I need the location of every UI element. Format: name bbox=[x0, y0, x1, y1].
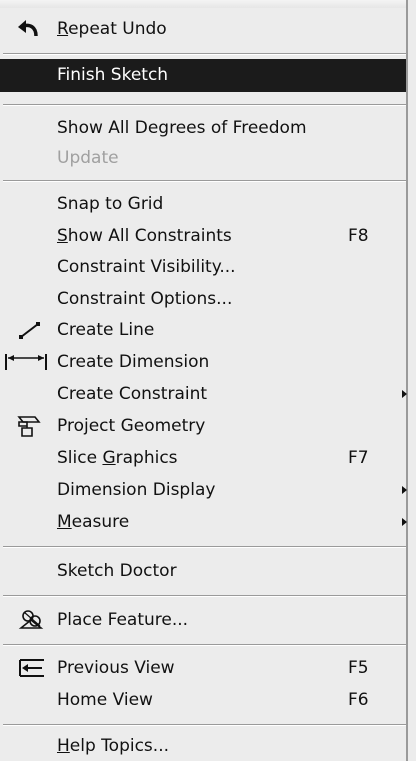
menu-item-label: Dimension Display bbox=[57, 479, 216, 500]
shortcut-text: F8 bbox=[348, 225, 369, 246]
menu-item-label: Create Dimension bbox=[57, 351, 210, 372]
menu-item-label: Sketch Doctor bbox=[57, 560, 177, 581]
submenu-arrow-icon bbox=[402, 518, 407, 526]
menu-separator bbox=[3, 595, 406, 597]
menu-item-label: Previous View bbox=[57, 657, 175, 678]
menu-item-label: Update bbox=[57, 147, 119, 168]
menu-item-measure[interactable]: Measure bbox=[0, 506, 407, 538]
menu-item-snap-to-grid[interactable]: Snap to Grid bbox=[0, 188, 406, 220]
previous-view-icon bbox=[18, 657, 46, 679]
context-menu: Repeat Undo Finish Sketch Show All Degre… bbox=[0, 0, 408, 761]
place-feature-icon bbox=[18, 609, 46, 631]
menu-separator bbox=[3, 644, 406, 646]
menu-item-home-view[interactable]: Home View F6 bbox=[0, 684, 406, 716]
menu-item-label: Slice Graphics bbox=[57, 447, 178, 468]
menu-item-show-all-degrees-of-freedom[interactable]: Show All Degrees of Freedom bbox=[0, 112, 406, 144]
menu-top-edge bbox=[0, 0, 406, 8]
menu-item-previous-view[interactable]: Previous View F5 bbox=[0, 652, 406, 684]
menu-item-label: Show All Constraints bbox=[57, 225, 232, 246]
shortcut-text: F6 bbox=[348, 689, 369, 710]
menu-item-label: Home View bbox=[57, 689, 153, 710]
menu-item-label: Show All Degrees of Freedom bbox=[57, 117, 307, 138]
menu-item-constraint-options[interactable]: Constraint Options... bbox=[0, 283, 406, 315]
menu-item-create-constraint[interactable]: Create Constraint bbox=[0, 378, 407, 410]
menu-item-label: Help Topics... bbox=[57, 735, 169, 756]
menu-item-show-all-constraints[interactable]: Show All Constraints F8 bbox=[0, 220, 406, 252]
shortcut-text: F7 bbox=[348, 447, 369, 468]
menu-item-label: Finish Sketch bbox=[57, 65, 169, 85]
submenu-arrow-icon bbox=[402, 390, 407, 398]
menu-item-sketch-doctor[interactable]: Sketch Doctor bbox=[0, 555, 406, 587]
menu-item-finish-sketch[interactable]: Finish Sketch bbox=[0, 59, 406, 92]
menu-item-project-geometry[interactable]: Project Geometry bbox=[0, 410, 406, 442]
menu-item-create-line[interactable]: Create Line bbox=[0, 314, 406, 346]
menu-item-slice-graphics[interactable]: Slice Graphics F7 bbox=[0, 442, 406, 474]
menu-item-constraint-visibility[interactable]: Constraint Visibility... bbox=[0, 251, 406, 283]
menu-item-label: Create Constraint bbox=[57, 383, 208, 404]
menu-item-update: Update bbox=[0, 142, 406, 174]
undo-arrow-icon bbox=[14, 18, 42, 40]
menu-item-label: Constraint Options... bbox=[57, 288, 233, 309]
menu-separator bbox=[3, 724, 406, 726]
menu-item-create-dimension[interactable]: Create Dimension bbox=[0, 346, 406, 378]
menu-separator bbox=[3, 546, 406, 548]
dimension-icon bbox=[4, 351, 48, 373]
project-geometry-icon bbox=[14, 415, 42, 437]
menu-item-label: Snap to Grid bbox=[57, 193, 164, 214]
menu-item-label: Repeat Undo bbox=[57, 18, 167, 39]
line-icon bbox=[16, 319, 44, 341]
submenu-arrow-icon bbox=[402, 486, 407, 494]
menu-separator bbox=[3, 53, 406, 55]
menu-separator bbox=[3, 180, 406, 182]
shortcut-text: F5 bbox=[348, 657, 369, 678]
menu-item-repeat-undo[interactable]: Repeat Undo bbox=[0, 13, 406, 45]
menu-separator bbox=[3, 104, 406, 106]
menu-item-place-feature[interactable]: Place Feature... bbox=[0, 604, 406, 636]
menu-item-label: Constraint Visibility... bbox=[57, 256, 236, 277]
menu-item-label: Measure bbox=[57, 511, 130, 532]
menu-item-help-topics[interactable]: Help Topics... bbox=[0, 731, 406, 761]
menu-item-label: Create Line bbox=[57, 319, 155, 340]
menu-item-dimension-display[interactable]: Dimension Display bbox=[0, 474, 407, 506]
menu-item-label: Project Geometry bbox=[57, 415, 206, 436]
menu-item-label: Place Feature... bbox=[57, 609, 189, 630]
